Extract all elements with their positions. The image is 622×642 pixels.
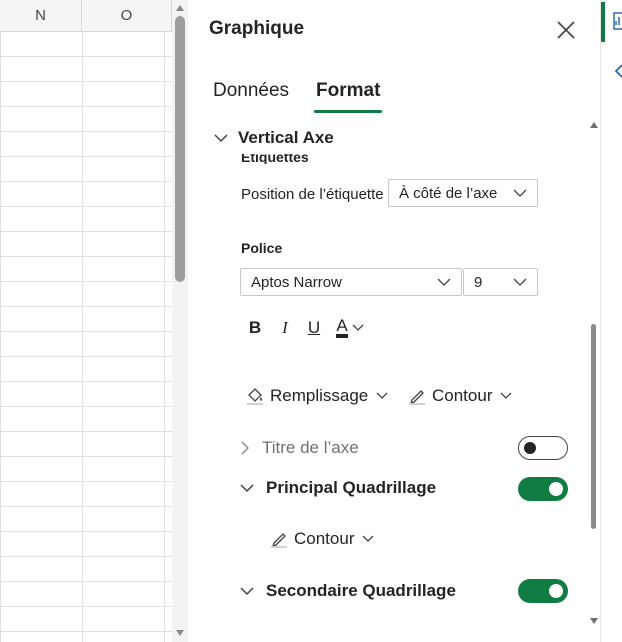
- axis-title-row[interactable]: Titre de l’axe: [240, 438, 359, 458]
- pane-title: Graphique: [209, 18, 305, 39]
- right-rail: [600, 0, 622, 642]
- scroll-up-arrow-icon[interactable]: [590, 122, 598, 128]
- scroll-thumb[interactable]: [591, 324, 596, 529]
- italic-button[interactable]: I: [276, 316, 294, 340]
- label-position-value: À côté de l’axe: [399, 184, 498, 202]
- outline-label: Contour: [432, 386, 493, 405]
- fill-label: Remplissage: [270, 386, 369, 405]
- major-gridlines-toggle[interactable]: [518, 477, 568, 501]
- axis-title-label: Titre de l’axe: [262, 438, 359, 457]
- font-size-select[interactable]: 9: [463, 268, 538, 296]
- font-family-select[interactable]: Aptos Narrow: [240, 268, 462, 296]
- pane-content: Vertical Axe Étiquettes Position de l’ét…: [188, 120, 588, 620]
- formatting-icon[interactable]: [614, 64, 622, 78]
- axis-title-toggle[interactable]: [518, 436, 568, 460]
- chevron-down-icon: [363, 535, 374, 542]
- chart-format-pane: Graphique Données Format Vertical Axe Ét…: [188, 0, 600, 642]
- font-section-label: Police: [241, 240, 283, 256]
- tab-donnees[interactable]: Données: [213, 80, 289, 102]
- pane-header: Graphique: [188, 0, 600, 60]
- underline-button[interactable]: U: [305, 316, 323, 340]
- chevron-down-icon: [513, 189, 527, 197]
- scroll-up-arrow-icon[interactable]: [176, 5, 184, 11]
- label-position-label: Position de l’étiquette: [241, 186, 384, 203]
- minor-gridlines-label: Secondaire Quadrillage: [266, 581, 456, 600]
- scroll-down-arrow-icon[interactable]: [590, 618, 598, 624]
- font-size-value: 9: [474, 273, 483, 291]
- scroll-down-arrow-icon[interactable]: [176, 630, 184, 636]
- toggle-knob: [524, 442, 536, 454]
- pane-vertical-scrollbar[interactable]: [588, 120, 600, 630]
- major-gridlines-row[interactable]: Principal Quadrillage: [240, 478, 436, 498]
- fill-dropdown-button[interactable]: Remplissage: [246, 386, 388, 406]
- chart-pane-icon[interactable]: [613, 12, 622, 30]
- column-header-o[interactable]: O: [82, 0, 172, 32]
- pen-outline-icon: [271, 533, 287, 548]
- font-color-icon: A: [336, 317, 348, 338]
- tab-format[interactable]: Format: [316, 80, 380, 102]
- sheet-vertical-scrollbar[interactable]: [172, 0, 188, 642]
- active-tab-indicator: [314, 110, 382, 113]
- minor-gridlines-toggle[interactable]: [518, 579, 568, 603]
- grid-line: [82, 32, 83, 642]
- outline-dropdown-button[interactable]: Contour: [408, 386, 512, 406]
- spreadsheet-grid[interactable]: N O: [0, 0, 172, 642]
- column-header-n[interactable]: N: [0, 0, 82, 32]
- chevron-down-icon: [352, 324, 364, 331]
- rail-active-indicator: [601, 2, 605, 42]
- chevron-down-icon: [214, 134, 228, 143]
- close-button[interactable]: [554, 18, 578, 42]
- paint-bucket-icon: [247, 388, 263, 405]
- minor-gridlines-row[interactable]: Secondaire Quadrillage: [240, 581, 456, 601]
- section-header-vertical-axe[interactable]: Vertical Axe: [214, 128, 334, 148]
- gridlines-outline-label: Contour: [294, 529, 355, 548]
- font-color-button[interactable]: A: [330, 316, 370, 340]
- bold-button[interactable]: B: [246, 316, 264, 340]
- major-gridlines-label: Principal Quadrillage: [266, 478, 437, 497]
- cell-grid[interactable]: [0, 32, 172, 642]
- chevron-down-icon: [513, 278, 527, 286]
- subsection-title-etiquettes: Étiquettes: [241, 154, 309, 164]
- pane-tabs: Données Format: [188, 76, 600, 116]
- font-family-value: Aptos Narrow: [251, 273, 342, 291]
- pen-outline-icon: [409, 390, 425, 405]
- chevron-down-icon: [501, 392, 512, 399]
- toggle-knob: [549, 584, 563, 598]
- chevron-down-icon: [376, 392, 388, 399]
- scroll-thumb[interactable]: [175, 16, 185, 282]
- close-icon: [557, 21, 575, 39]
- chevron-down-icon: [240, 484, 254, 493]
- chevron-down-icon: [437, 278, 451, 286]
- label-position-select[interactable]: À côté de l’axe: [388, 179, 538, 207]
- chevron-right-icon: [241, 441, 249, 455]
- toggle-knob: [549, 482, 563, 496]
- gridlines-outline-dropdown-button[interactable]: Contour: [270, 529, 374, 549]
- chevron-down-icon: [240, 587, 254, 596]
- section-title: Vertical Axe: [238, 128, 334, 147]
